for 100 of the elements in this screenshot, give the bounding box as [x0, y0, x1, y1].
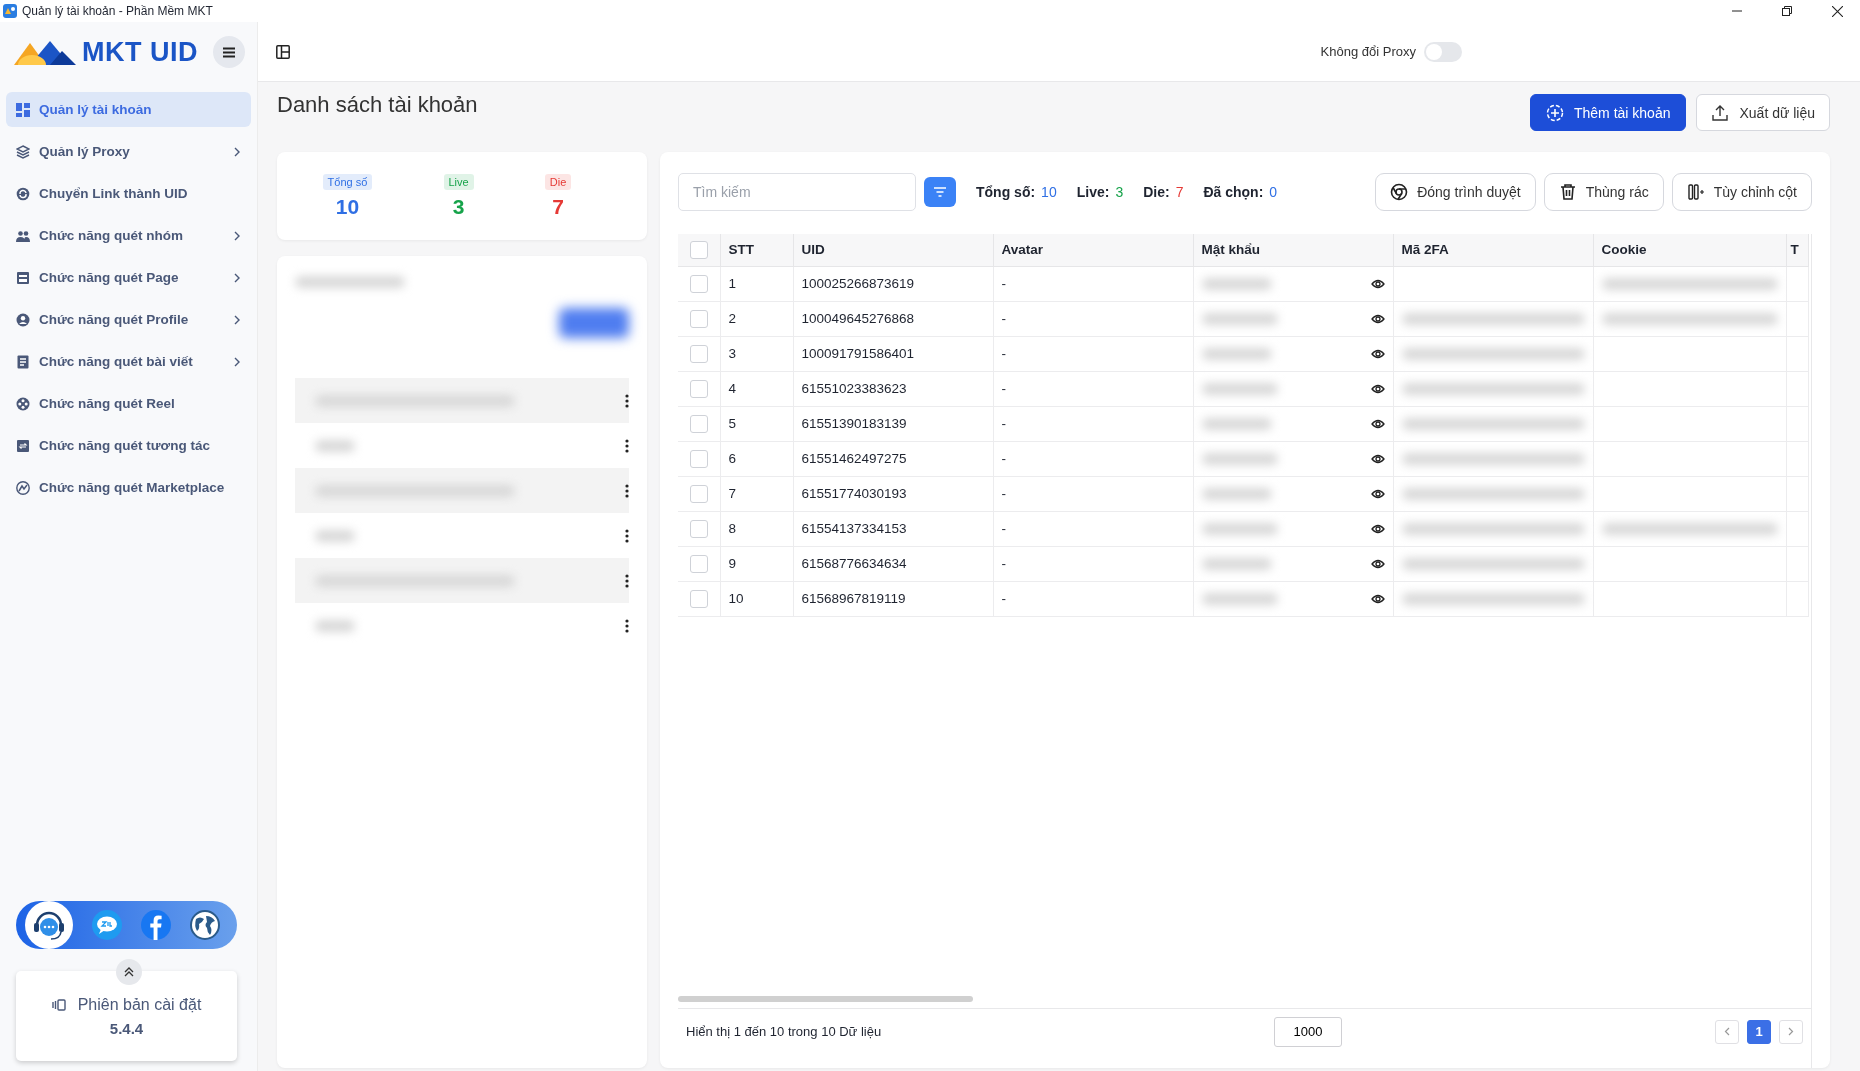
layout-panel-icon: [276, 44, 290, 59]
blurred-text: [315, 619, 355, 632]
select-all-checkbox[interactable]: [689, 240, 708, 259]
sidebar-item[interactable]: Chức năng quét bài viết: [6, 344, 251, 379]
show-password-button[interactable]: [1370, 313, 1385, 324]
close-browser-button[interactable]: Đóng trình duyệt: [1375, 173, 1536, 211]
sidebar-item[interactable]: Chức năng quét Page: [6, 260, 251, 295]
row-checkbox[interactable]: [689, 344, 708, 363]
column-header: Mật khẩu: [1193, 234, 1393, 266]
add-account-button[interactable]: Thêm tài khoản: [1529, 94, 1687, 131]
table-cell: 100025266873619: [793, 266, 993, 301]
row-checkbox[interactable]: [689, 414, 708, 433]
row-checkbox[interactable]: [689, 589, 708, 608]
show-password-button[interactable]: [1370, 383, 1385, 394]
row-checkbox[interactable]: [689, 274, 708, 293]
sidebar-item[interactable]: Chức năng quét tương tác: [6, 428, 251, 463]
show-password-button[interactable]: [1370, 523, 1385, 534]
page-icon: [16, 270, 30, 285]
stat-value: 3: [1115, 184, 1124, 200]
row-checkbox[interactable]: [689, 309, 708, 328]
row-checkbox[interactable]: [689, 379, 708, 398]
more-options-button[interactable]: [625, 528, 629, 543]
table-cell: -: [993, 476, 1193, 511]
menu-button[interactable]: [213, 36, 245, 68]
facebook-icon: [140, 910, 171, 940]
browser-icon: [1390, 183, 1409, 201]
layout-toggle-button[interactable]: [276, 44, 290, 59]
show-password-button[interactable]: [1370, 278, 1385, 289]
row-checkbox[interactable]: [689, 484, 708, 503]
show-password-button[interactable]: [1370, 453, 1385, 464]
chevron-right-icon: [1788, 1027, 1794, 1036]
table-cell: 9: [720, 546, 793, 581]
column-header: STT: [720, 234, 793, 266]
sidebar-item[interactable]: Chức năng quét Profile: [6, 302, 251, 337]
more-options-button[interactable]: [625, 573, 629, 588]
pagination-info: Hiển thị 1 đến 10 trong 10 Dữ liệu: [686, 1024, 883, 1039]
eye-icon: [1370, 383, 1385, 394]
chevron-right-icon: [233, 230, 241, 241]
chat-link-button[interactable]: [92, 910, 123, 940]
table-cell: -: [993, 336, 1193, 371]
export-button[interactable]: Xuất dữ liệu: [1696, 94, 1830, 131]
chat-bubble-icon: [92, 910, 123, 940]
column-header: Mã 2FA: [1393, 234, 1593, 266]
layers-icon: [16, 144, 30, 159]
film-reel-icon: [16, 396, 30, 411]
table-cell: -: [993, 546, 1193, 581]
table-cell: 4: [720, 371, 793, 406]
show-password-button[interactable]: [1370, 593, 1385, 604]
chart-circle-icon: [16, 480, 30, 495]
stat-badge: Die: [544, 173, 572, 190]
search-field[interactable]: Tìm kiếm: [678, 173, 916, 211]
facebook-link-button[interactable]: [140, 910, 171, 940]
sidebar-item[interactable]: Chức năng quét Reel: [6, 386, 251, 421]
table-cell: 61568776634634: [793, 546, 993, 581]
stat-value: 3: [452, 194, 465, 219]
eye-icon: [1370, 418, 1385, 429]
table-cell: 7: [720, 476, 793, 511]
row-checkbox[interactable]: [689, 449, 708, 468]
sidebar-item[interactable]: Chức năng quét Marketplace: [6, 470, 251, 505]
more-options-button[interactable]: [625, 438, 629, 453]
more-vertical-icon: [625, 438, 629, 453]
more-vertical-icon: [625, 483, 629, 498]
blurred-text: [1201, 557, 1272, 570]
row-checkbox[interactable]: [689, 519, 708, 538]
chevron-right-icon: [233, 356, 241, 367]
sidebar-item[interactable]: Chuyển Link thành UID: [6, 176, 251, 211]
trash-button[interactable]: Thùng rác: [1543, 173, 1664, 211]
collapse-button[interactable]: [115, 959, 142, 985]
version-label: Phiên bản cài đặt: [77, 995, 202, 1014]
table-cell: -: [993, 581, 1193, 616]
upload-icon: [1711, 103, 1730, 122]
horizontal-scrollbar[interactable]: [678, 996, 973, 1002]
website-link-button[interactable]: [189, 910, 220, 940]
profile-icon: [16, 312, 30, 327]
chevron-right-icon: [233, 146, 241, 157]
sidebar-item[interactable]: Quản lý tài khoản: [6, 92, 251, 127]
table-cell: 61551023383623: [793, 371, 993, 406]
stat-label: Live:: [1076, 184, 1110, 200]
proxy-toggle[interactable]: [1424, 41, 1462, 62]
customize-columns-button[interactable]: Tùy chỉnh cột: [1671, 173, 1812, 211]
more-vertical-icon: [625, 393, 629, 408]
show-password-button[interactable]: [1370, 418, 1385, 429]
sidebar-item[interactable]: Chức năng quét nhóm: [6, 218, 251, 253]
show-password-button[interactable]: [1370, 348, 1385, 359]
more-options-button[interactable]: [625, 393, 629, 408]
toggle-label: Không đổi Proxy: [1320, 44, 1416, 59]
eye-icon: [1370, 313, 1385, 324]
sidebar-item[interactable]: Quản lý Proxy: [6, 134, 251, 169]
table-cell: -: [993, 266, 1193, 301]
add-circle-icon: [1545, 103, 1564, 122]
row-checkbox[interactable]: [689, 554, 708, 573]
more-options-button[interactable]: [625, 618, 629, 633]
page-button[interactable]: 1: [1747, 1019, 1771, 1044]
support-button[interactable]: [25, 901, 74, 949]
page-size-field[interactable]: 1000: [1274, 1016, 1342, 1047]
filter-button[interactable]: [924, 177, 956, 207]
more-options-button[interactable]: [625, 483, 629, 498]
show-password-button[interactable]: [1370, 488, 1385, 499]
show-password-button[interactable]: [1370, 558, 1385, 569]
stat-label: Tổng số:: [976, 184, 1036, 200]
